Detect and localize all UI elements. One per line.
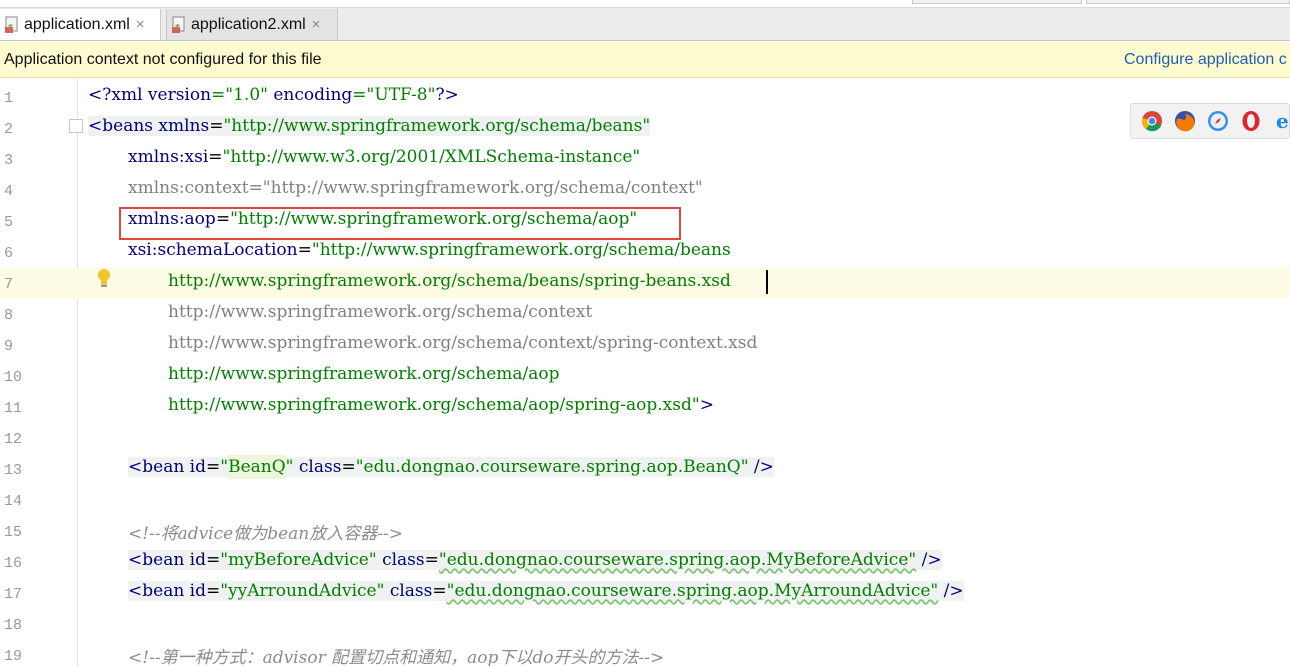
- line-number: 10: [4, 369, 23, 386]
- line-number: 14: [4, 493, 23, 510]
- code-line: 13 <bean id="BeanQ" class="edu.dongnao.c…: [0, 454, 1290, 485]
- code-line: 4 xmlns:context="http://www.springframew…: [0, 175, 1290, 206]
- code-line: 14: [0, 485, 1290, 516]
- browser-preview-bar: e: [1130, 103, 1290, 139]
- line-number: 3: [4, 152, 14, 169]
- line-number: 18: [4, 617, 23, 634]
- code-line: 2 <beans xmlns="http://www.springframewo…: [0, 113, 1290, 144]
- spring-xml-file-icon: [4, 16, 22, 34]
- line-number: 2: [4, 121, 14, 138]
- notification-banner: Application context not configured for t…: [0, 42, 1290, 78]
- code-line: 18: [0, 609, 1290, 640]
- line-number: 12: [4, 431, 23, 448]
- code-line: 9 http://www.springframework.org/schema/…: [0, 330, 1290, 361]
- line-number: 11: [4, 400, 23, 417]
- line-number: 13: [4, 462, 23, 479]
- spring-xml-file-icon: [171, 16, 189, 34]
- code-line: 10 http://www.springframework.org/schema…: [0, 361, 1290, 392]
- highlight-box: [119, 207, 681, 240]
- text-caret: [766, 270, 768, 294]
- ie-icon[interactable]: e: [1273, 109, 1290, 133]
- tab-label: application.xml: [24, 15, 130, 33]
- line-number: 5: [4, 214, 14, 231]
- code-line: 1 <?xml version="1.0" encoding="UTF-8"?>: [0, 82, 1290, 113]
- code-line-current: 7 http://www.springframework.org/schema/…: [0, 268, 1290, 299]
- line-number: 9: [4, 338, 14, 355]
- line-number: 15: [4, 524, 23, 541]
- close-icon[interactable]: ×: [136, 16, 145, 33]
- svg-text:e: e: [1276, 110, 1289, 132]
- tab-application-xml[interactable]: application.xml ×: [0, 9, 161, 40]
- line-number: 19: [4, 648, 23, 665]
- code-line: 8 http://www.springframework.org/schema/…: [0, 299, 1290, 330]
- code-line: 11 http://www.springframework.org/schema…: [0, 392, 1290, 423]
- lightbulb-icon[interactable]: [97, 268, 111, 290]
- code-line: 6 xsi:schemaLocation="http://www.springf…: [0, 237, 1290, 268]
- code-line: 16 <bean id="myBeforeAdvice" class="edu.…: [0, 547, 1290, 578]
- tab-label: application2.xml: [191, 15, 306, 33]
- opera-icon[interactable]: [1240, 110, 1262, 132]
- line-number: 17: [4, 586, 23, 603]
- top-strip: [0, 0, 1290, 8]
- line-number: 4: [4, 183, 14, 200]
- code-editor[interactable]: 1 <?xml version="1.0" encoding="UTF-8"?>…: [0, 79, 1290, 666]
- line-number: 8: [4, 307, 14, 324]
- code-line: 17 <bean id="yyArroundAdvice" class="edu…: [0, 578, 1290, 609]
- banner-message: Application context not configured for t…: [4, 51, 322, 68]
- line-number: 16: [4, 555, 23, 572]
- firefox-icon[interactable]: [1174, 110, 1196, 132]
- line-number: 6: [4, 245, 14, 262]
- tab-application2-xml[interactable]: application2.xml ×: [166, 9, 338, 40]
- code-line: 3 xmlns:xsi="http://www.w3.org/2001/XMLS…: [0, 144, 1290, 175]
- chrome-icon[interactable]: [1141, 110, 1163, 132]
- close-icon[interactable]: ×: [312, 16, 321, 33]
- safari-icon[interactable]: [1207, 110, 1229, 132]
- line-number: 7: [4, 276, 14, 293]
- code-line: 12: [0, 423, 1290, 454]
- line-number: 1: [4, 90, 14, 107]
- code-line: 19 <!--第一种方式：advisor 配置切点和通知，aop下以do开头的方…: [0, 640, 1290, 666]
- code-line: 15 <!--将advice做为bean放入容器-->: [0, 516, 1290, 547]
- configure-application-context-link[interactable]: Configure application c: [1124, 51, 1287, 69]
- editor-tab-bar: application.xml × application2.xml ×: [0, 0, 1290, 41]
